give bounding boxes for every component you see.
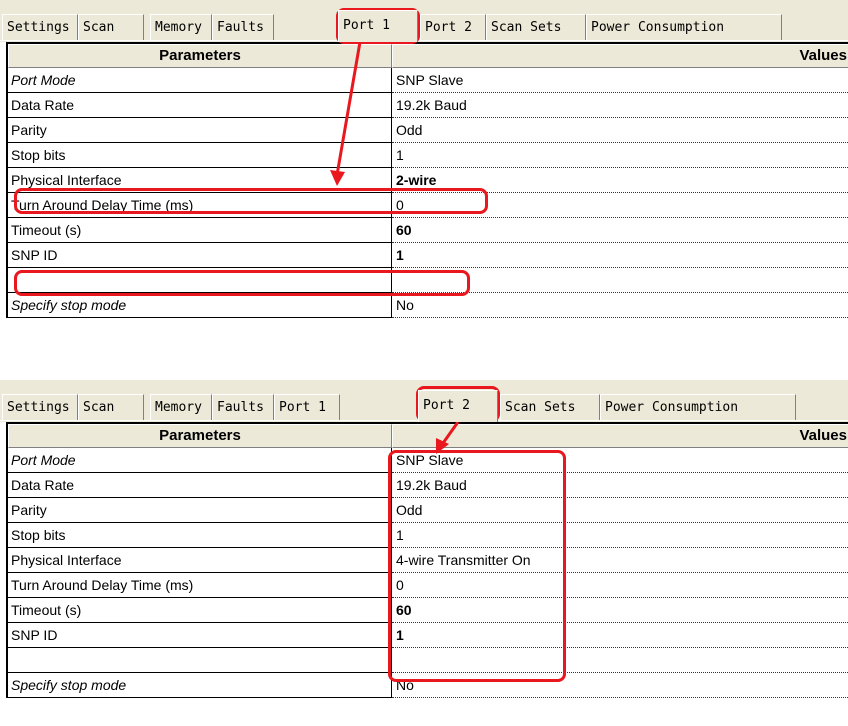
param-parity: Parity bbox=[8, 498, 392, 523]
tab-port-2[interactable]: Port 2 bbox=[420, 14, 486, 40]
value-data-rate[interactable]: 19.2k Baud bbox=[392, 93, 848, 118]
table-row[interactable]: SNP ID 1 bbox=[8, 243, 848, 268]
tab-faults[interactable]: Faults bbox=[212, 394, 274, 420]
table-row[interactable]: Stop bits 1 bbox=[8, 143, 848, 168]
tab-scan-sets[interactable]: Scan Sets bbox=[486, 14, 586, 40]
value-stop-bits[interactable]: 1 bbox=[392, 143, 848, 168]
tab-port-1[interactable]: Port 1 bbox=[338, 10, 418, 42]
param-stop-bits: Stop bits bbox=[8, 143, 392, 168]
param-snp-id: SNP ID bbox=[8, 243, 392, 268]
highlight-port2-values bbox=[388, 450, 566, 682]
values-header[interactable]: Values bbox=[392, 424, 848, 448]
value-parity[interactable]: Odd bbox=[392, 118, 848, 143]
table-row[interactable]: Specify stop mode No bbox=[8, 293, 848, 318]
table-row[interactable]: Timeout (s) 60 bbox=[8, 218, 848, 243]
param-turn-around-delay: Turn Around Delay Time (ms) bbox=[8, 573, 392, 598]
tab-faults[interactable]: Faults bbox=[212, 14, 274, 40]
param-data-rate: Data Rate bbox=[8, 93, 392, 118]
highlight-physical-interface bbox=[14, 188, 488, 214]
tab-power-consumption[interactable]: Power Consumption bbox=[600, 394, 796, 420]
param-data-rate: Data Rate bbox=[8, 473, 392, 498]
param-specify-stop-mode: Specify stop mode bbox=[8, 673, 392, 698]
table-header: Parameters Values bbox=[8, 424, 848, 448]
param-specify-stop-mode: Specify stop mode bbox=[8, 293, 392, 318]
table-row[interactable]: Data Rate 19.2k Baud bbox=[8, 93, 848, 118]
tab-port-1[interactable]: Port 1 bbox=[274, 394, 340, 420]
value-snp-id[interactable]: 1 bbox=[392, 243, 848, 268]
tab-scan[interactable]: Scan bbox=[78, 394, 144, 420]
port1-panel: Settings Scan Memory Faults Port 1 Port … bbox=[0, 0, 848, 358]
param-parity: Parity bbox=[8, 118, 392, 143]
tab-memory[interactable]: Memory bbox=[150, 394, 212, 420]
tab-bar: Settings Scan Memory Faults Port 1 Port … bbox=[0, 0, 848, 42]
tab-port-2[interactable]: Port 2 bbox=[418, 390, 498, 422]
param-snp-id: SNP ID bbox=[8, 623, 392, 648]
param-physical-interface: Physical Interface bbox=[8, 548, 392, 573]
param-port-mode: Port Mode bbox=[8, 68, 392, 93]
tab-scan[interactable]: Scan bbox=[78, 14, 144, 40]
param-timeout: Timeout (s) bbox=[8, 218, 392, 243]
tab-scan-sets[interactable]: Scan Sets bbox=[500, 394, 600, 420]
tab-memory[interactable]: Memory bbox=[150, 14, 212, 40]
value-timeout[interactable]: 60 bbox=[392, 218, 848, 243]
tab-settings[interactable]: Settings bbox=[2, 14, 78, 40]
param-timeout: Timeout (s) bbox=[8, 598, 392, 623]
port2-panel: Settings Scan Memory Faults Port 1 Port … bbox=[0, 380, 848, 726]
param-blank bbox=[8, 648, 392, 673]
parameters-header[interactable]: Parameters bbox=[8, 44, 392, 68]
param-stop-bits: Stop bits bbox=[8, 523, 392, 548]
value-port-mode[interactable]: SNP Slave bbox=[392, 68, 848, 93]
param-port-mode: Port Mode bbox=[8, 448, 392, 473]
tab-power-consumption[interactable]: Power Consumption bbox=[586, 14, 782, 40]
table-header: Parameters Values bbox=[8, 44, 848, 68]
parameters-header[interactable]: Parameters bbox=[8, 424, 392, 448]
values-header[interactable]: Values bbox=[392, 44, 848, 68]
table-row[interactable]: Parity Odd bbox=[8, 118, 848, 143]
table-row[interactable]: Port Mode SNP Slave bbox=[8, 68, 848, 93]
value-specify-stop-mode[interactable]: No bbox=[392, 293, 848, 318]
highlight-snp-id bbox=[14, 270, 470, 296]
tab-settings[interactable]: Settings bbox=[2, 394, 78, 420]
